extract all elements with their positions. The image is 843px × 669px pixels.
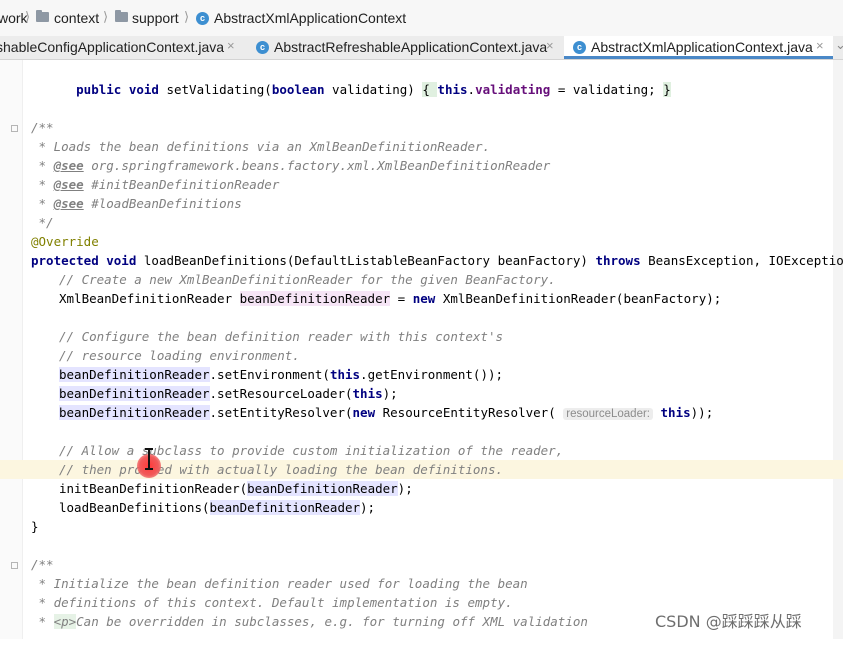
code-line: XmlBeanDefinitionReader beanDefinitionRe… xyxy=(59,291,722,306)
chevron-right-icon: ⟩ xyxy=(25,9,31,24)
code-line: // resource loading environment. xyxy=(59,348,300,363)
watermark: CSDN @踩踩踩从踩 xyxy=(655,612,802,631)
close-icon[interactable]: × xyxy=(816,38,824,53)
code-line: * @see #initBeanDefinitionReader xyxy=(31,177,280,192)
code-line: } xyxy=(31,519,39,534)
breadcrumb-item-context[interactable]: context xyxy=(54,10,99,26)
code-line: beanDefinitionReader.setEnvironment(this… xyxy=(59,367,504,382)
chevron-right-icon: ⟩ xyxy=(184,9,190,24)
text-cursor-icon xyxy=(145,448,153,470)
tab-label: shableConfigApplicationContext.java xyxy=(0,39,225,55)
editor-tabs: shableConfigApplicationContext.java × c … xyxy=(0,36,843,60)
code-line: beanDefinitionReader.setEntityResolver(n… xyxy=(59,405,714,420)
breadcrumb-item-support[interactable]: support xyxy=(132,10,179,26)
breadcrumb-item-framework[interactable]: work xyxy=(0,10,28,26)
code-line: /** xyxy=(31,557,54,572)
code-line: // Configure the bean definition reader … xyxy=(59,329,504,344)
code-line: initBeanDefinitionReader(beanDefinitionR… xyxy=(59,481,413,496)
tab-abstract-xml[interactable]: c AbstractXmlApplicationContext.java × xyxy=(564,36,833,59)
close-icon[interactable]: × xyxy=(227,38,235,53)
folder-icon xyxy=(115,10,128,22)
close-icon[interactable]: × xyxy=(546,38,554,53)
code-line: // Create a new XmlBeanDefinitionReader … xyxy=(59,272,556,287)
class-icon: c xyxy=(196,12,209,25)
code-line-current: // then proceed with actually loading th… xyxy=(0,460,843,479)
tab-abstract-refreshable[interactable]: c AbstractRefreshableApplicationContext.… xyxy=(248,36,561,59)
code-line: // Allow a subclass to provide custom in… xyxy=(59,443,564,458)
code-line: beanDefinitionReader.setResourceLoader(t… xyxy=(59,386,398,401)
code-line: /** xyxy=(31,120,54,135)
parameter-hint: resourceLoader: xyxy=(563,408,653,420)
code-line: protected void loadBeanDefinitions(Defau… xyxy=(31,253,843,268)
tab-refreshable-config[interactable]: shableConfigApplicationContext.java × xyxy=(0,36,244,59)
breadcrumb: work ⟩ context ⟩ support ⟩ c AbstractXml… xyxy=(0,0,843,37)
class-icon: c xyxy=(573,41,586,54)
code-editor[interactable]: public void setValidating(boolean valida… xyxy=(0,60,843,639)
breadcrumb-item-class[interactable]: AbstractXmlApplicationContext xyxy=(214,10,406,26)
code-line: */ xyxy=(31,215,54,230)
code-line: * @see org.springframework.beans.factory… xyxy=(31,158,551,173)
tab-label: AbstractRefreshableApplicationContext.ja… xyxy=(274,39,548,55)
folder-icon xyxy=(36,10,49,22)
code-line: public void setValidating(boolean valida… xyxy=(76,82,671,97)
class-icon: c xyxy=(256,41,269,54)
code-line: * @see #loadBeanDefinitions xyxy=(31,196,242,211)
tab-label: AbstractXmlApplicationContext.java xyxy=(591,39,813,55)
code-line: * Loads the bean definitions via an XmlB… xyxy=(31,139,491,154)
code-line: * Initialize the bean definition reader … xyxy=(31,576,528,591)
code-line: loadBeanDefinitions(beanDefinitionReader… xyxy=(59,500,376,515)
code-line: @Override xyxy=(31,234,99,249)
tabs-overflow-icon[interactable]: ⌄ xyxy=(835,37,843,53)
chevron-right-icon: ⟩ xyxy=(103,9,109,24)
